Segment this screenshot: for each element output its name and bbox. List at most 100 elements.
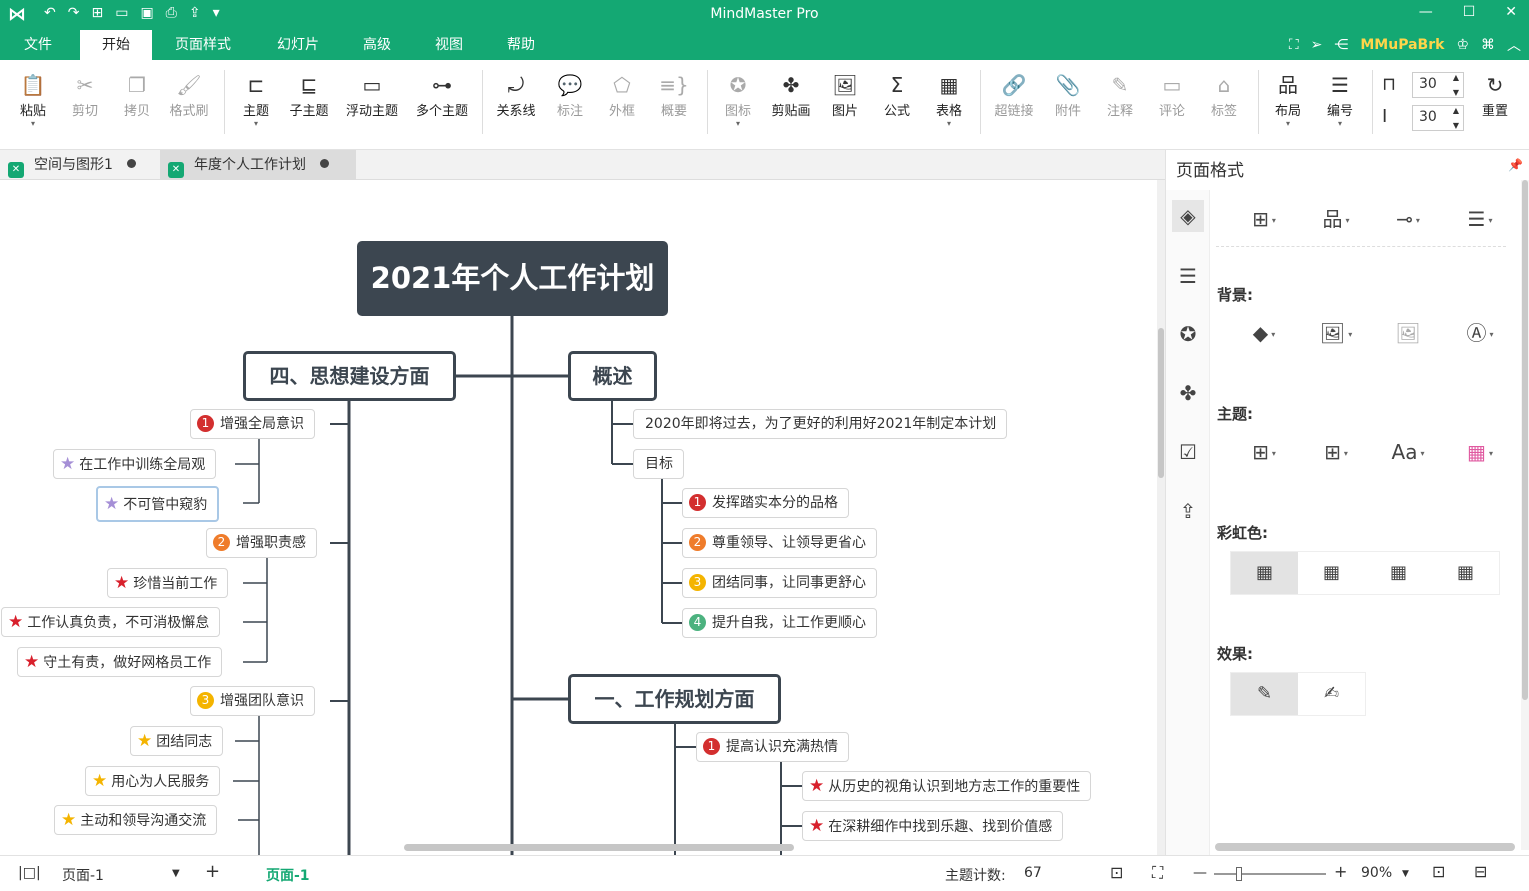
layout-style-icon[interactable]: ⊞ ▾ [1236, 204, 1292, 234]
add-page-icon[interactable]: + [205, 861, 220, 882]
subtopic[interactable]: ★ 在工作中训练全局观 [53, 449, 217, 479]
minimize-panel-icon[interactable]: ⊟ [1474, 862, 1487, 881]
comment-button[interactable]: ▭ 评论 [1146, 70, 1198, 119]
zoom-in-icon[interactable]: + [1334, 862, 1347, 881]
boundary-button[interactable]: ⬠ 外框 [596, 70, 648, 119]
subtopic[interactable]: 2 增强职责感 [206, 528, 317, 558]
numbering-button[interactable]: ☰ 编号 ▾ [1314, 70, 1366, 129]
theme-color-icon[interactable]: ⊞ ▾ [1308, 437, 1364, 467]
subtopic[interactable]: ★ 从历史的视角认识到地方志工作的重要性 [802, 771, 1092, 801]
floating-topic-button[interactable]: ▭ 浮动主题 [340, 70, 404, 119]
tag-button[interactable]: ⌂ 标签 [1198, 70, 1250, 119]
fullscreen-icon[interactable]: ⛶ [1289, 37, 1299, 53]
cut-button[interactable]: ✂ 剪切 [59, 70, 111, 119]
reset-button[interactable]: ↻ 重置 [1469, 70, 1521, 119]
main-topic-overview[interactable]: 概述 [568, 351, 657, 401]
minimize-icon[interactable]: — [1419, 4, 1433, 20]
fit-window-icon[interactable]: ⊡ [1432, 862, 1445, 881]
share-icon[interactable]: ⋲ [1334, 37, 1348, 53]
tab-page-style[interactable]: 页面样式 [166, 30, 240, 60]
effect-normal-icon[interactable]: ✎ [1231, 673, 1298, 715]
page-format-icon[interactable]: ◈ [1172, 200, 1204, 232]
table-button[interactable]: ▦ 表格 ▾ [923, 70, 975, 129]
picture-button[interactable]: 🖼 图片 [819, 70, 871, 119]
attachment-button[interactable]: 📎 附件 [1042, 70, 1094, 119]
subtopic[interactable]: 2020年即将过去，为了更好的利用好2021年制定本计划 [633, 409, 1008, 439]
hyperlink-button[interactable]: 🔗 超链接 [988, 70, 1040, 119]
panel-vertical-scrollbar[interactable] [1521, 180, 1529, 850]
canvas-horizontal-scrollbar[interactable] [0, 842, 1157, 852]
formula-button[interactable]: Σ 公式 [871, 70, 923, 119]
subtopic-button[interactable]: ⊑ 子主题 [283, 70, 335, 119]
subtopic[interactable]: 1 发挥踏实本分的品格 [682, 488, 849, 518]
chevron-down-icon[interactable]: ▼ [172, 868, 180, 879]
user-name[interactable]: MMuPaBrk [1360, 37, 1444, 53]
task-icon[interactable]: ☑ [1172, 436, 1204, 468]
subtopic[interactable]: ★ 珍惜当前工作 [107, 568, 229, 598]
export-icon[interactable]: ⇪ [1172, 495, 1204, 527]
tab-file[interactable]: 文件 [16, 30, 60, 60]
tab-help[interactable]: 帮助 [496, 30, 546, 60]
badge-icon[interactable]: ✪ [1172, 318, 1204, 350]
subtopic[interactable]: ★ 守土有责，做好网格员工作 [17, 647, 223, 677]
connector-style-icon[interactable]: ⊸ ▾ [1380, 204, 1436, 234]
vertical-spacing-input[interactable]: 30 ▲ ▼ [1412, 105, 1464, 131]
clipart-button[interactable]: ✤ 剪贴画 [765, 70, 817, 119]
icon-button[interactable]: ✪ 图标 ▾ [712, 70, 764, 129]
remove-background-icon[interactable]: 🖼 [1380, 318, 1436, 348]
rainbow-option-4[interactable]: ▦ [1432, 552, 1499, 594]
zoom-out-icon[interactable]: — [1193, 865, 1207, 881]
tab-home[interactable]: 开始 [80, 30, 152, 60]
mindmap-canvas[interactable]: 2021年个人工作计划 四、思想建设方面 概述 一、工作规划方面 1 增强全局意识… [0, 180, 1165, 855]
subtopic[interactable]: 3 团结同事，让同事更舒心 [682, 568, 877, 598]
numbering-style-icon[interactable]: ☰ ▾ [1452, 204, 1508, 234]
color-palette-icon[interactable]: ▦ ▾ [1452, 437, 1508, 467]
layout-button[interactable]: 品布局 ▾ [1262, 70, 1314, 129]
zoom-level[interactable]: 90% [1361, 865, 1392, 881]
note-button[interactable]: ✎ 注释 [1094, 70, 1146, 119]
page-panel-icon[interactable]: |□| [18, 865, 41, 881]
tab-slides[interactable]: 幻灯片 [268, 30, 328, 60]
multiple-topics-button[interactable]: ⊶ 多个主题 [410, 70, 474, 119]
zoom-dropdown-icon[interactable]: ▼ [1402, 869, 1409, 879]
main-topic-work-plan[interactable]: 一、工作规划方面 [568, 674, 781, 724]
zoom-slider-handle[interactable] [1236, 867, 1242, 881]
subtopic[interactable]: ★ 团结同志 [130, 726, 224, 756]
panel-horizontal-scrollbar[interactable] [1215, 843, 1515, 851]
font-icon[interactable]: Aa ▾ [1380, 437, 1436, 467]
fullscreen-icon[interactable]: ⛶ [1152, 863, 1163, 883]
clover-icon[interactable]: ✤ [1172, 377, 1204, 409]
subtopic-selected[interactable]: ★ 不可管中窥豹 [96, 486, 220, 522]
subtopic[interactable]: ★ 主动和领导沟通交流 [54, 805, 218, 835]
subtopic[interactable]: 目标 [633, 449, 684, 479]
main-topic-ideology[interactable]: 四、思想建设方面 [243, 351, 456, 401]
zoom-slider[interactable] [1214, 867, 1326, 881]
structure-icon[interactable]: 品 ▾ [1308, 204, 1364, 234]
fill-color-icon[interactable]: ◆ ▾ [1236, 318, 1292, 348]
subtopic[interactable]: ★ 在深耕细作中找到乐趣、找到价值感 [802, 811, 1064, 841]
horizontal-spacing-input[interactable]: 30 ▲ ▼ [1412, 72, 1464, 98]
rainbow-option-1[interactable]: ▦ [1231, 552, 1298, 594]
list-icon[interactable]: ☰ [1172, 260, 1204, 292]
canvas-vertical-scrollbar[interactable] [1157, 180, 1165, 855]
subtopic[interactable]: 1 提高认识充满热情 [696, 732, 849, 762]
theme-icon[interactable]: ⊞ ▾ [1236, 437, 1292, 467]
callout-button[interactable]: 💬 标注 [544, 70, 596, 119]
summary-button[interactable]: ≡} 概要 [648, 70, 700, 119]
paste-button[interactable]: 📋 粘贴 ▾ [7, 70, 59, 129]
background-image-icon[interactable]: 🖼 ▾ [1308, 318, 1364, 348]
page-select[interactable]: 页面-1 [62, 865, 104, 885]
tab-view[interactable]: 视图 [424, 30, 474, 60]
close-icon[interactable]: ✕ [1505, 4, 1517, 20]
page-tab[interactable]: 页面-1 [266, 865, 310, 885]
subtopic[interactable]: ★ 工作认真负责，不可消极懈怠 [1, 607, 221, 637]
pin-icon[interactable]: 📌 [1508, 158, 1523, 172]
effect-handdrawn-icon[interactable]: ✍ [1298, 673, 1365, 715]
rainbow-option-3[interactable]: ▦ [1365, 552, 1432, 594]
relationship-button[interactable]: ⤾ 关系线 [490, 70, 542, 119]
apps-icon[interactable]: ⌘ [1481, 37, 1495, 53]
topic-button[interactable]: ⊏ 主题 ▾ [230, 70, 282, 129]
root-topic[interactable]: 2021年个人工作计划 [357, 241, 668, 316]
subtopic[interactable]: 3 增强团队意识 [190, 686, 315, 716]
rainbow-option-2[interactable]: ▦ [1298, 552, 1365, 594]
